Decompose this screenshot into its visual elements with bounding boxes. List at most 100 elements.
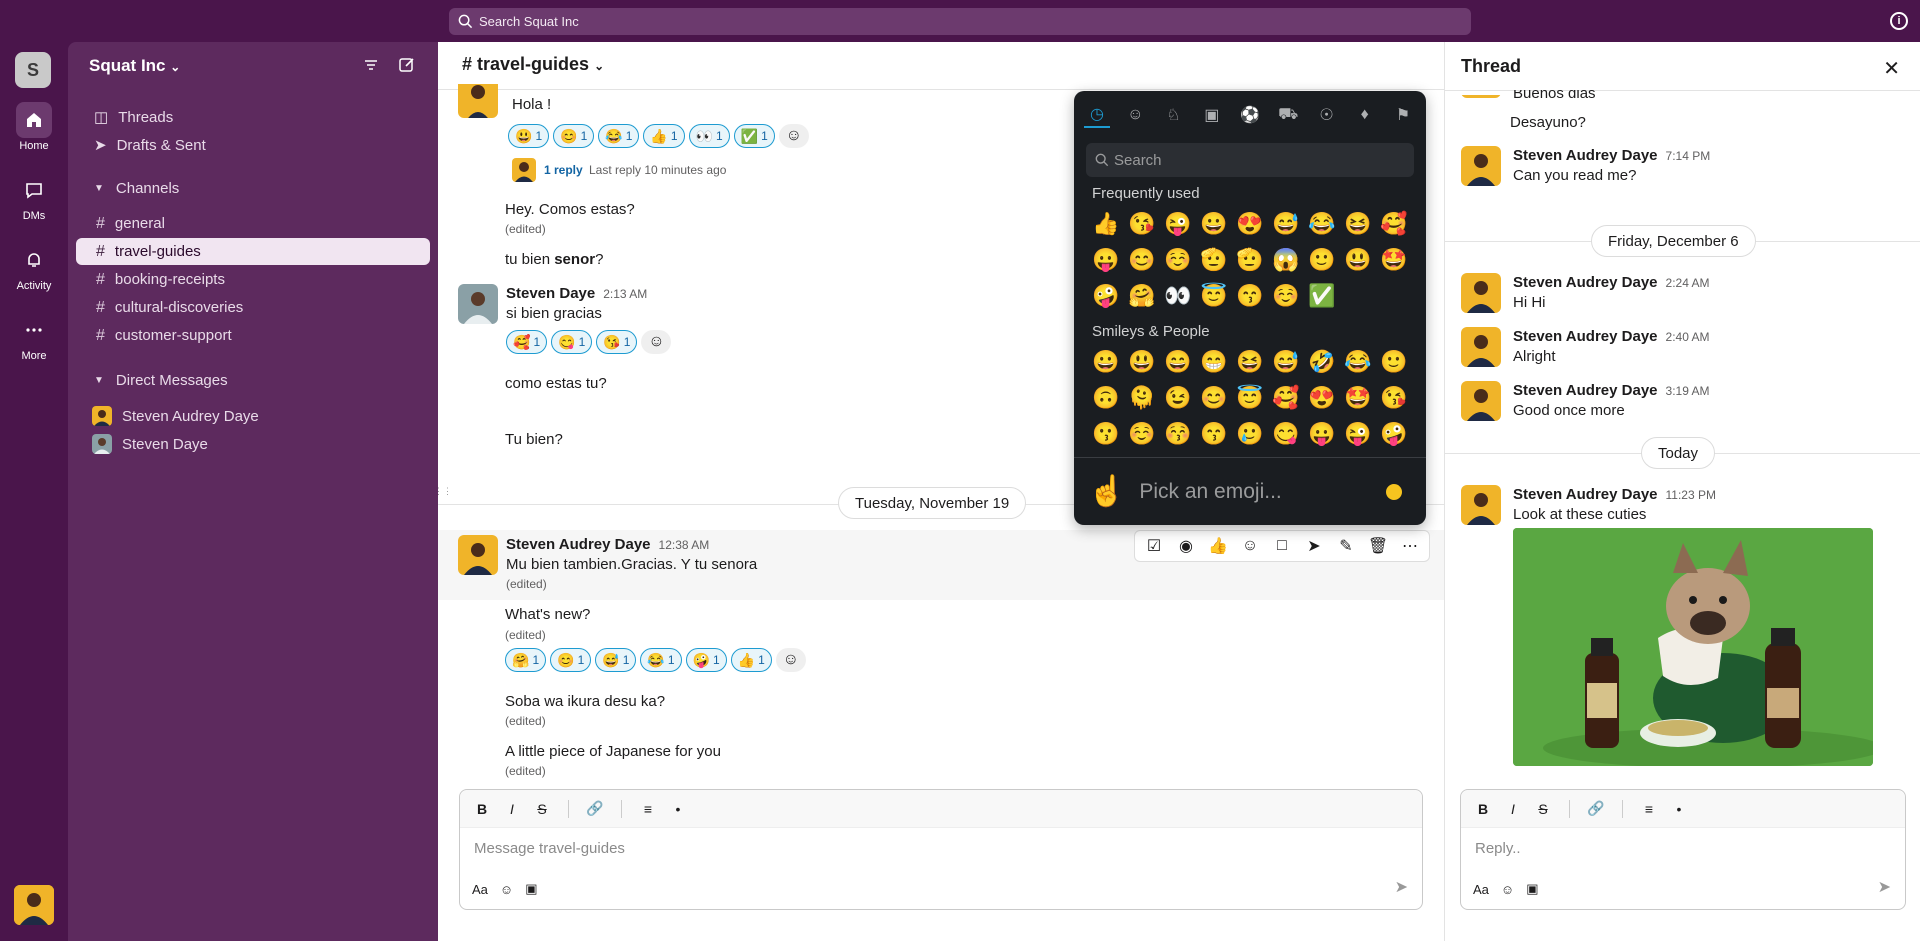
reaction-pill[interactable]: 😊 1 <box>550 648 592 672</box>
emoji-option[interactable]: 😀 <box>1196 209 1232 239</box>
emoji-option[interactable]: 😜 <box>1160 209 1196 239</box>
user-avatar[interactable] <box>14 885 54 925</box>
emoji-option[interactable]: 👀 <box>1160 281 1196 311</box>
reaction-pill[interactable]: 😂 1 <box>598 124 640 148</box>
sports-icon[interactable]: ⚽ <box>1237 102 1263 128</box>
send-icon[interactable]: ➤ <box>1395 877 1408 897</box>
image-icon[interactable]: ▣ <box>525 881 537 897</box>
emoji-option[interactable]: 😁 <box>1196 347 1232 377</box>
add-reaction-icon[interactable]: ☺ <box>778 124 809 148</box>
emoji-option[interactable]: 😀 <box>1088 347 1124 377</box>
recent-icon[interactable]: ◷ <box>1084 102 1110 128</box>
add-reaction-icon[interactable]: ☺ <box>641 330 672 354</box>
reaction-pill[interactable]: 😊 1 <box>553 124 595 148</box>
search-bar[interactable]: Search Squat Inc <box>449 8 1471 35</box>
forward-icon[interactable]: ➤ <box>1299 532 1329 560</box>
channels-section[interactable]: ▼ Channels <box>94 180 179 197</box>
emoji-icon[interactable]: ☺ <box>1501 882 1514 897</box>
workspace-switcher[interactable]: S <box>15 52 51 88</box>
emoji-option[interactable]: 😆 <box>1232 347 1268 377</box>
message-author[interactable]: Steven Audrey Daye <box>1513 486 1658 503</box>
bulb-icon[interactable]: ☉ <box>1314 102 1340 128</box>
emoji-option[interactable]: 🥰 <box>1376 209 1412 239</box>
emoji-option[interactable]: 😗 <box>1088 419 1124 449</box>
strikethrough-icon[interactable]: S <box>532 799 552 819</box>
add-reaction-icon[interactable]: ☺ <box>1235 532 1265 560</box>
emoji-option[interactable]: 🥰 <box>1268 383 1304 413</box>
edit-icon[interactable]: ✎ <box>1331 532 1361 560</box>
add-reaction-icon[interactable]: ☺ <box>775 648 806 672</box>
more-actions-icon[interactable]: ⋯ <box>1395 532 1425 560</box>
reaction-pill[interactable]: 🤗 1 <box>505 648 547 672</box>
bullet-list-icon[interactable]: • <box>1669 799 1689 819</box>
channel-cultural-discoveries[interactable]: # cultural-discoveries <box>76 294 430 321</box>
emoji-option[interactable]: 🫡 <box>1232 245 1268 275</box>
reaction-pill[interactable]: 😘 1 <box>596 330 638 354</box>
link-icon[interactable]: 🔗 <box>585 799 605 819</box>
strikethrough-icon[interactable]: S <box>1533 799 1553 819</box>
channel-title[interactable]: # travel-guides ⌄ <box>462 54 604 75</box>
dog-photo[interactable] <box>1513 528 1873 766</box>
message-author[interactable]: Steven Audrey Daye <box>1513 147 1658 164</box>
food-icon[interactable]: ▣ <box>1199 102 1225 128</box>
emoji-option[interactable]: 😂 <box>1340 347 1376 377</box>
reaction-pill[interactable]: 👍 1 <box>643 124 685 148</box>
reaction-pill[interactable]: 😋 1 <box>551 330 593 354</box>
ordered-list-icon[interactable]: ≡ <box>638 799 658 819</box>
message-input[interactable]: Message travel-guides <box>474 840 625 857</box>
reaction-pill[interactable]: 👀 1 <box>688 124 730 148</box>
reaction-pill[interactable]: 🤪 1 <box>685 648 727 672</box>
emoji-option[interactable]: 😙 <box>1196 419 1232 449</box>
nav-threads[interactable]: ◫ Threads <box>94 108 173 127</box>
emoji-option[interactable]: 😊 <box>1124 245 1160 275</box>
channel-customer-support[interactable]: # customer-support <box>76 322 430 349</box>
emoji-option[interactable]: 😊 <box>1196 383 1232 413</box>
ordered-list-icon[interactable]: ≡ <box>1639 799 1659 819</box>
emoji-option[interactable]: 😱 <box>1268 245 1304 275</box>
emoji-option[interactable]: 😇 <box>1196 281 1232 311</box>
emoji-option[interactable]: 🤩 <box>1340 383 1376 413</box>
message-author[interactable]: Steven Audrey Daye <box>1513 382 1658 399</box>
emoji-option[interactable]: 🫠 <box>1124 383 1160 413</box>
italic-icon[interactable]: I <box>502 799 522 819</box>
reply-count-link[interactable]: 1 reply <box>544 163 583 177</box>
reply-input[interactable]: Reply.. <box>1475 840 1521 857</box>
emoji-option[interactable]: ✅ <box>1304 281 1340 311</box>
emoji-option[interactable]: 😍 <box>1304 383 1340 413</box>
text-format-icon[interactable]: Aa <box>1473 882 1489 897</box>
car-icon[interactable]: ⛟ <box>1275 102 1301 128</box>
eyes-icon[interactable]: ◉ <box>1171 532 1201 560</box>
animal-icon[interactable]: ♘ <box>1161 102 1187 128</box>
emoji-option[interactable]: 🤗 <box>1124 281 1160 311</box>
reaction-pill[interactable]: 😂 1 <box>640 648 682 672</box>
skin-tone-selector[interactable] <box>1386 483 1402 500</box>
emoji-option[interactable]: 😛 <box>1088 245 1124 275</box>
link-icon[interactable]: 🔗 <box>1586 799 1606 819</box>
dm-section[interactable]: ▼ Direct Messages <box>94 372 228 389</box>
send-icon[interactable]: ➤ <box>1878 877 1891 897</box>
emoji-option[interactable]: 😚 <box>1160 419 1196 449</box>
emoji-option[interactable]: 🙂 <box>1376 347 1412 377</box>
rail-activity[interactable]: Activity <box>0 242 68 292</box>
emoji-option[interactable]: 🫡 <box>1196 245 1232 275</box>
emoji-option[interactable]: 😍 <box>1232 209 1268 239</box>
text-format-icon[interactable]: Aa <box>472 882 488 897</box>
compose-icon[interactable] <box>398 56 416 74</box>
reaction-pill[interactable]: 🥰 1 <box>506 330 548 354</box>
bullet-list-icon[interactable]: • <box>668 799 688 819</box>
italic-icon[interactable]: I <box>1503 799 1523 819</box>
channel-travel-guides[interactable]: # travel-guides <box>76 238 430 265</box>
nav-drafts[interactable]: ➤ Drafts & Sent <box>94 136 206 155</box>
date-divider[interactable]: Friday, December 6 <box>1591 225 1756 257</box>
emoji-option[interactable]: 🙃 <box>1088 383 1124 413</box>
emoji-option[interactable]: ☺️ <box>1124 419 1160 449</box>
bold-icon[interactable]: B <box>1473 799 1493 819</box>
close-icon[interactable]: ✕ <box>1883 56 1900 81</box>
emoji-option[interactable]: 😅 <box>1268 347 1304 377</box>
emoji-option[interactable]: 😜 <box>1340 419 1376 449</box>
check-icon[interactable]: ☑ <box>1139 532 1169 560</box>
thumbs-up-icon[interactable]: 👍 <box>1203 532 1233 560</box>
emoji-option[interactable]: 😋 <box>1268 419 1304 449</box>
date-divider[interactable]: Tuesday, November 19 <box>838 487 1027 519</box>
message-author[interactable]: Steven Daye <box>506 285 595 302</box>
